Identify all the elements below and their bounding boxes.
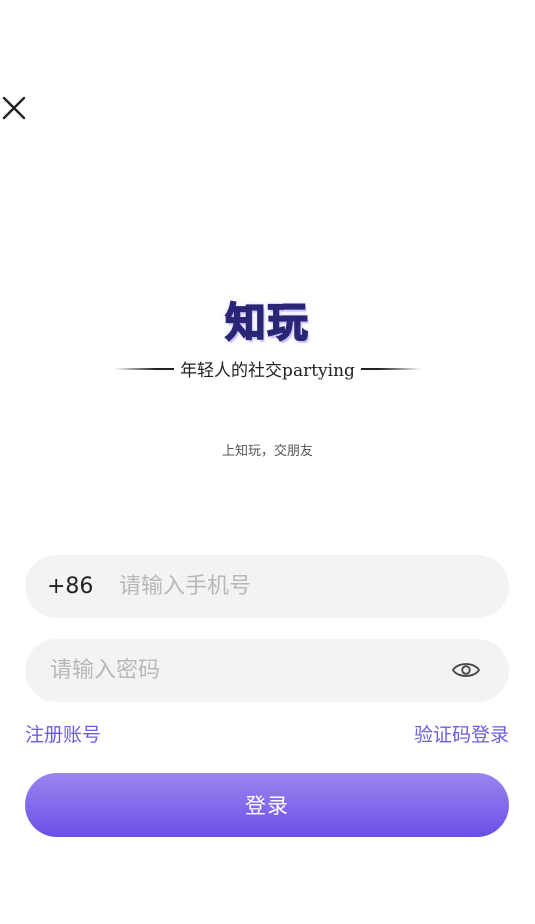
app-logo: 知玩 xyxy=(0,290,535,348)
eye-icon[interactable] xyxy=(451,657,481,683)
slogan: 年轻人的社交partying xyxy=(180,361,355,381)
slogan-divider-right xyxy=(360,367,421,370)
phone-input[interactable] xyxy=(119,574,479,599)
register-link[interactable]: 注册账号 xyxy=(25,720,101,747)
country-code[interactable]: +86 xyxy=(47,574,99,599)
logo-text: 知玩 xyxy=(225,299,310,347)
sub-slogan: 上知玩，交朋友 xyxy=(221,444,313,459)
login-button[interactable]: 登录 xyxy=(25,773,509,837)
sms-login-link[interactable]: 验证码登录 xyxy=(414,720,509,747)
slogan-divider-left xyxy=(114,367,175,370)
slogan-row: 年轻人的社交partying xyxy=(0,356,535,381)
login-page: 知玩 年轻人的社交partying 上知玩，交朋友 +86 注册账号 验证码登录… xyxy=(0,0,535,924)
password-field[interactable] xyxy=(25,639,509,702)
close-icon xyxy=(2,96,26,120)
password-input[interactable] xyxy=(50,658,440,683)
close-button[interactable] xyxy=(0,94,30,124)
phone-field[interactable]: +86 xyxy=(25,555,509,618)
